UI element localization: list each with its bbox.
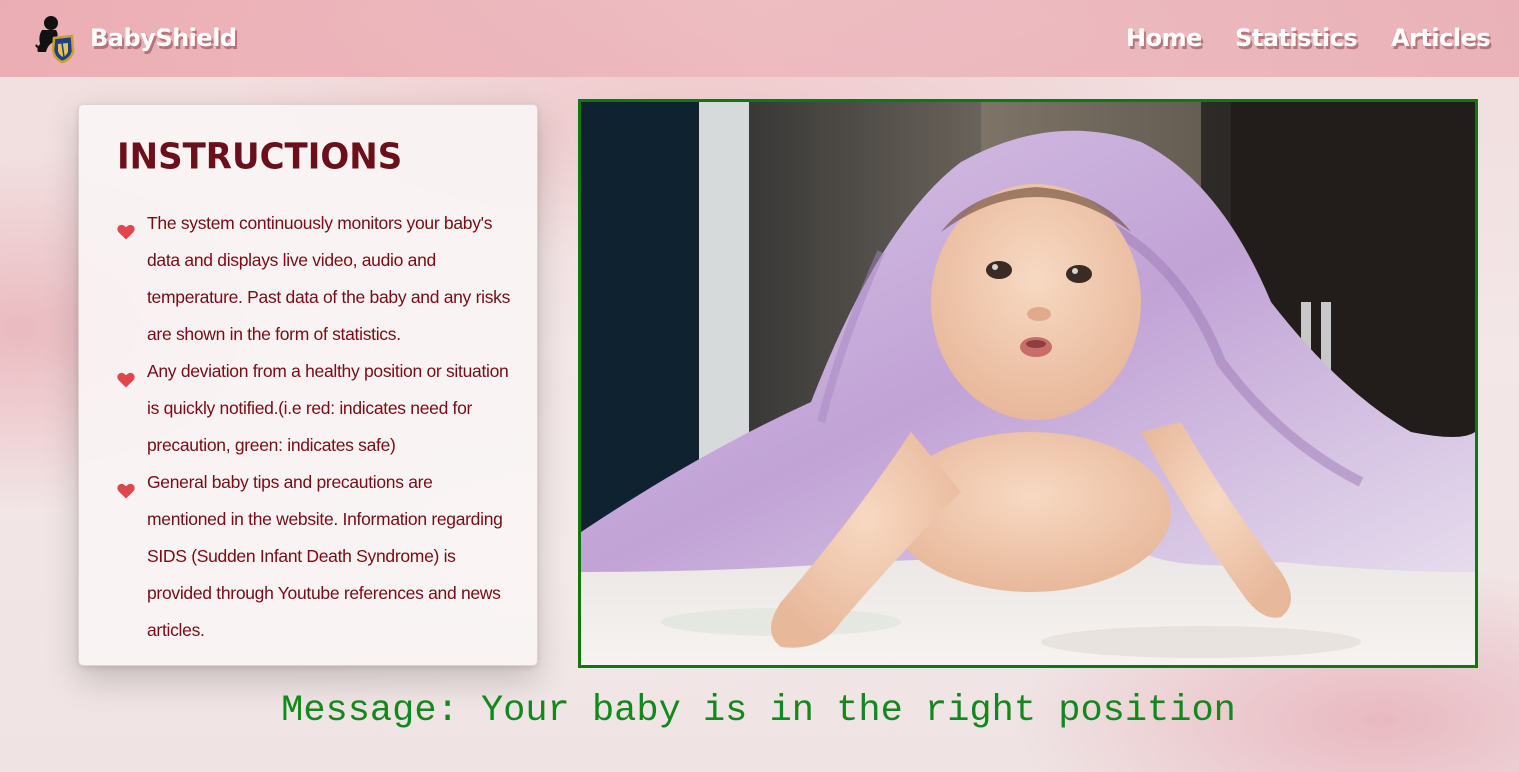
heart-icon [117,475,135,499]
instruction-text: General baby tips and precautions are me… [147,472,503,640]
top-navigation-bar: BabyShield Home Statistics Articles [0,0,1519,77]
heart-icon [117,364,135,388]
status-message-text: Message: Your baby is in the right posit… [281,690,1236,732]
baby-shield-logo-icon[interactable] [34,14,76,64]
status-message: Message: Your baby is in the right posit… [0,690,1519,732]
baby-photo [581,102,1475,665]
heart-icon [117,216,135,240]
instructions-list: The system continuously monitors your ba… [115,205,515,649]
list-item: The system continuously monitors your ba… [115,205,515,353]
brand-name[interactable]: BabyShield [90,24,237,52]
list-item: General baby tips and precautions are me… [115,464,515,649]
baby-video-feed [578,99,1478,668]
instruction-text: Any deviation from a healthy position or… [147,361,509,455]
instructions-title: Instructions [117,136,403,178]
nav-statistics-link[interactable]: Statistics [1235,24,1358,52]
instruction-text: The system continuously monitors your ba… [147,213,511,344]
instructions-card: Instructions The system continuously mon… [78,104,538,666]
list-item: Any deviation from a healthy position or… [115,353,515,464]
nav-articles-link[interactable]: Articles [1391,24,1491,52]
nav-home-link[interactable]: Home [1126,24,1202,52]
